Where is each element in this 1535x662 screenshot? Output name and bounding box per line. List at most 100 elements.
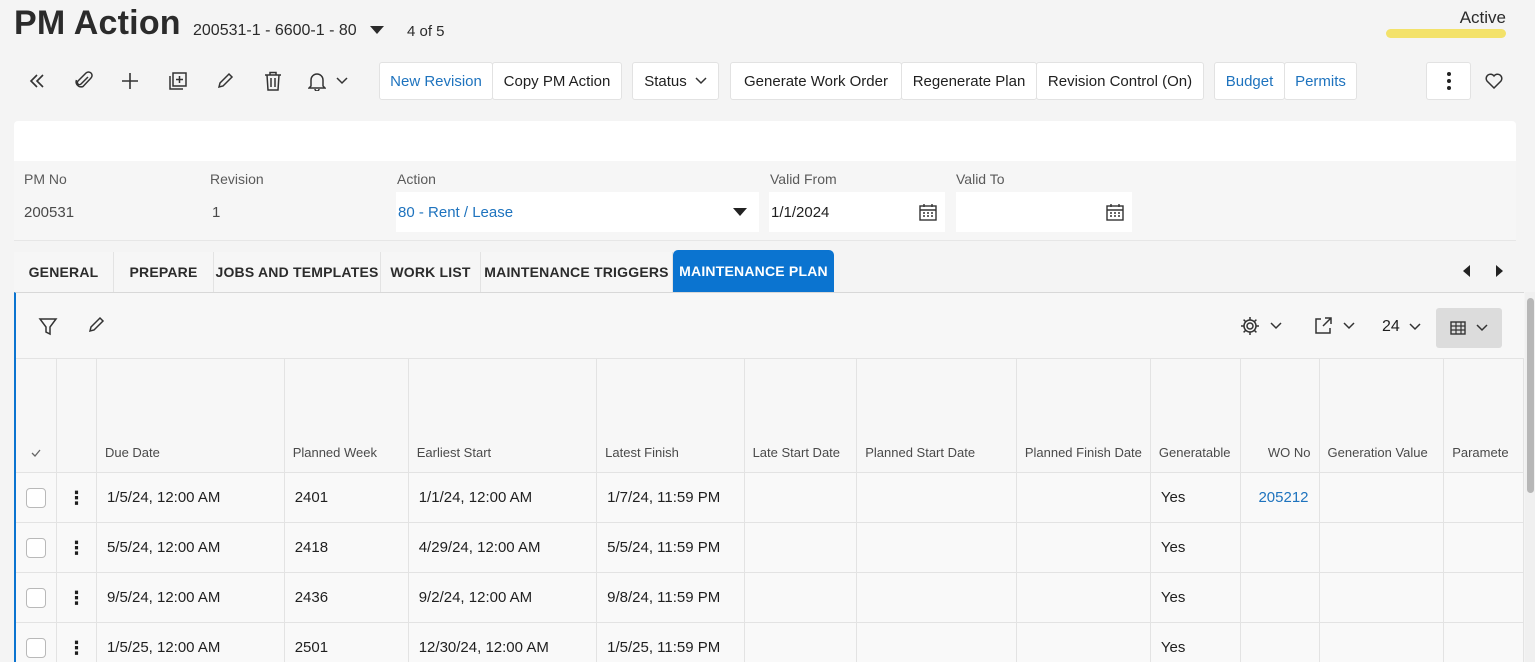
column-header-earliest-start[interactable]: Earliest Start <box>408 358 598 473</box>
row-checkbox[interactable] <box>26 637 46 658</box>
cell-wo-no-link[interactable]: 205212 <box>1240 472 1320 523</box>
settings-menu[interactable] <box>1240 316 1282 336</box>
valid-to-field[interactable] <box>956 192 1132 232</box>
column-header-planned-finish-date[interactable]: Planned Finish Date <box>1016 358 1151 473</box>
calendar-icon[interactable] <box>1106 203 1124 221</box>
row-checkbox[interactable] <box>26 537 46 558</box>
new-revision-button[interactable]: New Revision <box>379 62 493 100</box>
add-icon[interactable] <box>117 68 143 94</box>
cell-due-date: 1/5/25, 12:00 AM <box>96 622 285 662</box>
valid-from-field[interactable]: 1/1/2024 <box>769 192 945 232</box>
cell-wo-no-link[interactable] <box>1240 522 1320 573</box>
page-title: PM Action <box>14 4 181 42</box>
chevron-down-icon <box>1343 322 1355 330</box>
row-checkbox-cell[interactable] <box>16 572 57 623</box>
cell-earliest-start: 1/1/24, 12:00 AM <box>408 472 598 523</box>
cell-latest-finish: 9/8/24, 11:59 PM <box>596 572 745 623</box>
column-header-wo-no[interactable]: WO No <box>1240 358 1320 473</box>
cell-earliest-start: 9/2/24, 12:00 AM <box>408 572 598 623</box>
generate-work-order-button[interactable]: Generate Work Order <box>730 62 902 100</box>
chevron-down-icon <box>1270 322 1282 330</box>
tab-maintenance-triggers[interactable]: MAINTENANCE TRIGGERS <box>481 252 673 292</box>
cell-planned-finish-date <box>1016 522 1151 573</box>
cell-wo-no-link[interactable] <box>1240 572 1320 623</box>
table-row[interactable]: ⋮ 9/5/24, 12:00 AM 2436 9/2/24, 12:00 AM… <box>16 572 1524 623</box>
table-row[interactable]: ⋮ 1/5/24, 12:00 AM 2401 1/1/24, 12:00 AM… <box>16 472 1524 523</box>
caret-down-icon[interactable] <box>370 26 384 34</box>
tab-scroll-right-icon[interactable] <box>1486 258 1512 284</box>
row-menu-icon[interactable]: ⋮ <box>56 522 97 573</box>
valid-from-label: Valid From <box>770 171 837 187</box>
tab-scroll-left-icon[interactable] <box>1454 258 1480 284</box>
duplicate-icon[interactable] <box>165 68 191 94</box>
favorite-heart-icon[interactable] <box>1481 68 1507 94</box>
row-checkbox[interactable] <box>26 587 46 608</box>
plan-table: Due Date Planned Week Earliest Start Lat… <box>16 358 1524 662</box>
chevron-down-icon <box>695 77 707 85</box>
page-size-select[interactable]: 24 <box>1382 318 1421 336</box>
page: PM Action 200531-1 - 6600-1 - 80 4 of 5 … <box>0 0 1535 662</box>
valid-to-label: Valid To <box>956 171 1005 187</box>
column-header-latest-finish[interactable]: Latest Finish <box>596 358 745 473</box>
column-header-generation-value[interactable]: Generation Value <box>1319 358 1445 473</box>
filter-icon[interactable] <box>38 316 58 336</box>
column-header-planned-week[interactable]: Planned Week <box>284 358 409 473</box>
view-mode-select[interactable] <box>1436 308 1502 348</box>
tab-prepare[interactable]: PREPARE <box>114 252 214 292</box>
tab-general[interactable]: GENERAL <box>14 252 114 292</box>
tab-maintenance-plan[interactable]: MAINTENANCE PLAN <box>673 250 834 292</box>
vertical-scrollbar-thumb[interactable] <box>1527 298 1534 493</box>
delete-icon[interactable] <box>260 68 286 94</box>
row-checkbox-cell[interactable] <box>16 622 57 662</box>
column-header-parameter[interactable]: Paramete <box>1443 358 1524 473</box>
record-selector[interactable]: 200531-1 - 6600-1 - 80 <box>193 22 357 40</box>
column-header-late-start-date[interactable]: Late Start Date <box>744 358 858 473</box>
status-button[interactable]: Status <box>632 62 719 100</box>
cell-latest-finish: 5/5/24, 11:59 PM <box>596 522 745 573</box>
row-menu-icon[interactable]: ⋮ <box>56 472 97 523</box>
copy-pm-action-button[interactable]: Copy PM Action <box>492 62 622 100</box>
edit-icon[interactable] <box>212 68 238 94</box>
regenerate-plan-button[interactable]: Regenerate Plan <box>901 62 1037 100</box>
row-checkbox-cell[interactable] <box>16 522 57 573</box>
column-header-due-date[interactable]: Due Date <box>96 358 285 473</box>
action-select[interactable]: 80 - Rent / Lease <box>396 192 759 232</box>
collapse-icon[interactable] <box>24 68 50 94</box>
table-row[interactable]: ⋮ 5/5/24, 12:00 AM 2418 4/29/24, 12:00 A… <box>16 522 1524 573</box>
check-icon <box>31 449 41 457</box>
row-checkbox[interactable] <box>26 487 46 508</box>
cell-generation-value <box>1319 572 1445 623</box>
select-all-header[interactable] <box>16 358 57 473</box>
permits-button[interactable]: Permits <box>1284 62 1357 100</box>
export-menu[interactable] <box>1313 316 1355 336</box>
table-row[interactable]: ⋮ 1/5/25, 12:00 AM 2501 12/30/24, 12:00 … <box>16 622 1524 662</box>
column-header-planned-start-date[interactable]: Planned Start Date <box>856 358 1017 473</box>
tab-work-list[interactable]: WORK LIST <box>381 252 481 292</box>
revision-label: Revision <box>210 171 264 187</box>
column-header-generatable[interactable]: Generatable <box>1150 358 1241 473</box>
status-badge: Active <box>1459 8 1506 27</box>
cell-generatable: Yes <box>1150 622 1241 662</box>
calendar-icon[interactable] <box>919 203 937 221</box>
cell-generatable: Yes <box>1150 572 1241 623</box>
cell-wo-no-link[interactable] <box>1240 622 1320 662</box>
edit-icon[interactable] <box>87 316 105 334</box>
attachment-icon[interactable] <box>71 68 97 94</box>
cell-parameter <box>1443 522 1524 573</box>
cell-planned-start-date <box>856 472 1017 523</box>
row-menu-icon[interactable]: ⋮ <box>56 572 97 623</box>
more-options-button[interactable] <box>1426 62 1471 100</box>
bell-icon[interactable] <box>308 68 358 94</box>
budget-button[interactable]: Budget <box>1214 62 1285 100</box>
tab-jobs-and-templates[interactable]: JOBS AND TEMPLATES <box>214 252 381 292</box>
revision-control-button[interactable]: Revision Control (On) <box>1036 62 1204 100</box>
cell-planned-finish-date <box>1016 622 1151 662</box>
cell-planned-start-date <box>856 522 1017 573</box>
row-checkbox-cell[interactable] <box>16 472 57 523</box>
cell-planned-start-date <box>856 572 1017 623</box>
row-menu-icon[interactable]: ⋮ <box>56 622 97 662</box>
cell-planned-week: 2401 <box>284 472 409 523</box>
row-menu-header <box>56 358 97 473</box>
maintenance-plan-grid: 24 Due Date Planned Week Earliest Start <box>14 292 1524 662</box>
pm-no-label: PM No <box>24 171 67 187</box>
